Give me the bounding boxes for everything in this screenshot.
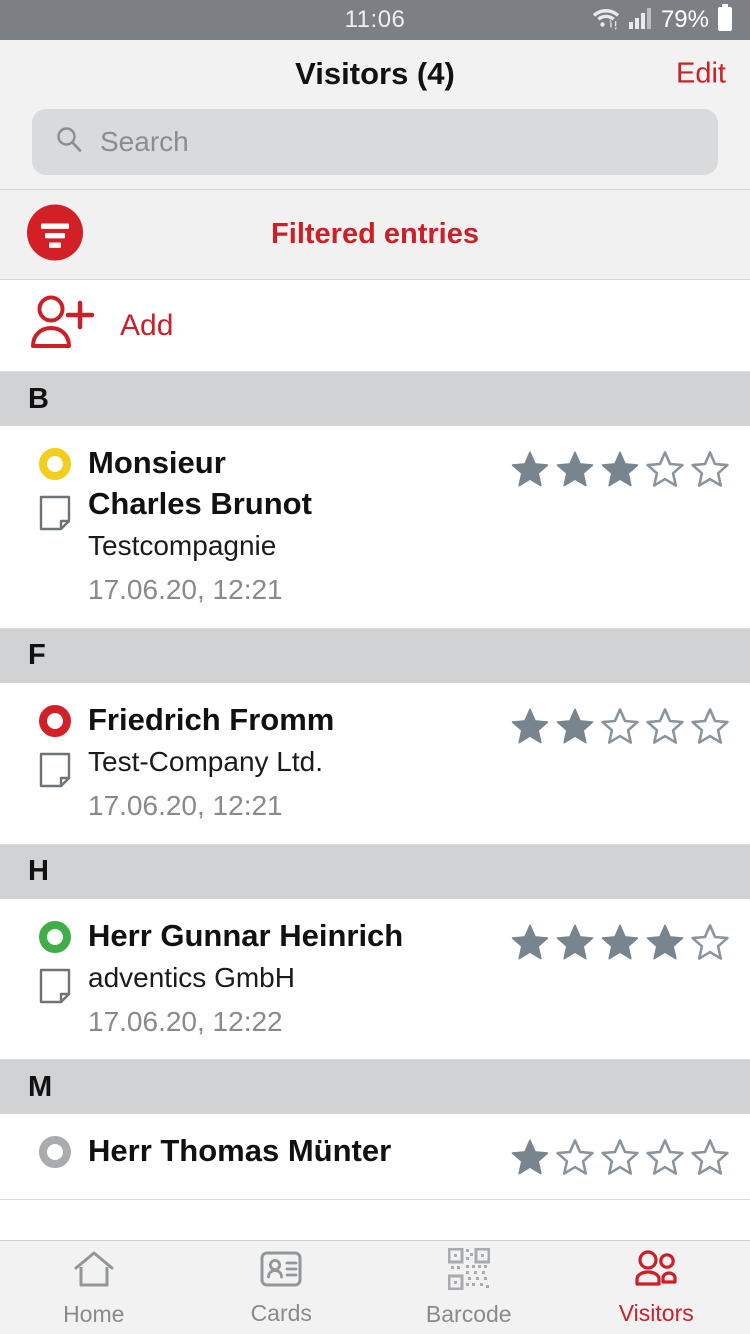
page-title: Visitors (4)	[295, 56, 455, 91]
star-empty-icon[interactable]	[600, 1138, 640, 1181]
star-empty-icon[interactable]	[645, 707, 685, 750]
tab-label: Home	[63, 1300, 125, 1327]
visitors-list[interactable]: B Monsieur Charles Brunot Testcompagnie 17.0…	[0, 372, 750, 1240]
note-icon	[38, 967, 72, 1010]
star-filled-icon[interactable]	[645, 923, 685, 966]
search-bar-container: Search	[0, 108, 750, 190]
rating-stars[interactable]	[510, 915, 730, 1042]
status-dot-red	[39, 704, 71, 737]
note-icon	[38, 494, 72, 537]
star-filled-icon[interactable]	[600, 450, 640, 493]
battery-percentage: 79%	[660, 6, 709, 33]
people-icon[interactable]	[632, 1249, 680, 1294]
tab-barcode[interactable]: Barcode	[375, 1241, 563, 1334]
row-icon-column	[22, 442, 88, 610]
row-icon-column	[22, 915, 88, 1042]
add-person-icon[interactable]	[26, 294, 98, 357]
visitor-row[interactable]: Herr Gunnar Heinrich adventics GmbH 17.06.…	[0, 898, 750, 1061]
row-body: Herr Thomas Münter	[88, 1130, 510, 1181]
visitor-company: Testcompagnie	[88, 530, 277, 562]
visitor-timestamp: 17.06.20, 12:22	[88, 1005, 283, 1037]
visitor-name: Herr Gunnar Heinrich	[88, 917, 404, 953]
filter-bar[interactable]: Filtered entries	[0, 190, 750, 280]
row-body: Monsieur Charles Brunot Testcompagnie 17.06…	[88, 442, 510, 610]
search-placeholder: Search	[100, 125, 189, 157]
row-body: Friedrich Fromm Test-Company Ltd. 17.06.20…	[88, 699, 510, 826]
rating-stars[interactable]	[510, 1130, 730, 1181]
visitor-company: adventics GmbH	[88, 961, 295, 993]
status-bar-indicators: 79%	[591, 3, 734, 37]
section-header-m: M	[0, 1060, 750, 1115]
star-filled-icon[interactable]	[555, 923, 595, 966]
search-icon	[54, 124, 84, 159]
visitor-name: Friedrich Fromm	[88, 701, 335, 737]
home-icon[interactable]	[72, 1248, 116, 1295]
status-dot-yellow	[39, 448, 71, 480]
qr-code-icon[interactable]	[447, 1247, 491, 1295]
star-empty-icon[interactable]	[690, 1138, 730, 1181]
star-filled-icon[interactable]	[510, 707, 550, 750]
visitor-company: Test-Company Ltd.	[88, 746, 323, 778]
star-filled-icon[interactable]	[510, 1138, 550, 1181]
tab-home[interactable]: Home	[0, 1241, 188, 1334]
star-empty-icon[interactable]	[645, 450, 685, 493]
star-filled-icon[interactable]	[600, 923, 640, 966]
row-body: Herr Gunnar Heinrich adventics GmbH 17.06.…	[88, 915, 510, 1042]
add-visitor-row[interactable]: Add	[0, 280, 750, 372]
row-icon-column	[22, 1130, 88, 1181]
tab-label: Visitors	[618, 1299, 694, 1326]
status-bar: 11:06 79%	[0, 0, 750, 40]
wifi-icon	[591, 5, 621, 36]
section-header-h: H	[0, 844, 750, 899]
star-empty-icon[interactable]	[690, 707, 730, 750]
star-empty-icon[interactable]	[645, 1138, 685, 1181]
tab-cards[interactable]: Cards	[188, 1241, 376, 1334]
filter-icon[interactable]	[24, 201, 86, 268]
visitor-row[interactable]: Herr Thomas Münter	[0, 1114, 750, 1201]
visitor-name: Monsieur	[88, 445, 226, 480]
star-empty-icon[interactable]	[600, 707, 640, 750]
star-filled-icon[interactable]	[510, 450, 550, 493]
star-filled-icon[interactable]	[555, 450, 595, 493]
status-dot-gray	[39, 1136, 71, 1169]
tab-visitors[interactable]: Visitors	[563, 1241, 750, 1334]
section-header-b: B	[0, 372, 750, 426]
visitor-row[interactable]: Friedrich Fromm Test-Company Ltd. 17.06.20…	[0, 682, 750, 845]
star-filled-icon[interactable]	[555, 707, 595, 750]
star-empty-icon[interactable]	[690, 450, 730, 493]
star-empty-icon[interactable]	[555, 1138, 595, 1181]
bottom-tab-bar[interactable]: Home Cards Barcode Visitors	[0, 1240, 750, 1334]
navigation-bar: Visitors (4) Edit	[0, 40, 750, 108]
visitor-row[interactable]: Monsieur Charles Brunot Testcompagnie 17.06…	[0, 426, 750, 629]
add-label: Add	[120, 308, 174, 342]
app-root: 11:06 79% Visitors (4) Edit Search Filte…	[0, 0, 750, 1334]
rating-stars[interactable]	[510, 442, 730, 610]
search-input[interactable]: Search	[32, 108, 718, 175]
signal-bars-icon	[628, 6, 654, 35]
visitor-timestamp: 17.06.20, 12:21	[88, 574, 283, 606]
status-dot-green	[39, 920, 71, 953]
visitor-name: Charles Brunot	[88, 486, 312, 522]
visitor-name: Herr Thomas Münter	[88, 1133, 392, 1169]
battery-icon	[716, 3, 734, 37]
row-icon-column	[22, 699, 88, 826]
rating-stars[interactable]	[510, 699, 730, 826]
edit-button[interactable]: Edit	[676, 58, 726, 91]
id-card-icon[interactable]	[259, 1249, 303, 1294]
tab-label: Barcode	[425, 1300, 512, 1327]
star-filled-icon[interactable]	[510, 923, 550, 966]
section-header-f: F	[0, 628, 750, 683]
filter-label: Filtered entries	[271, 218, 479, 250]
star-empty-icon[interactable]	[690, 923, 730, 966]
tab-label: Cards	[250, 1299, 312, 1326]
visitor-timestamp: 17.06.20, 12:21	[88, 789, 283, 821]
note-icon	[38, 751, 72, 794]
